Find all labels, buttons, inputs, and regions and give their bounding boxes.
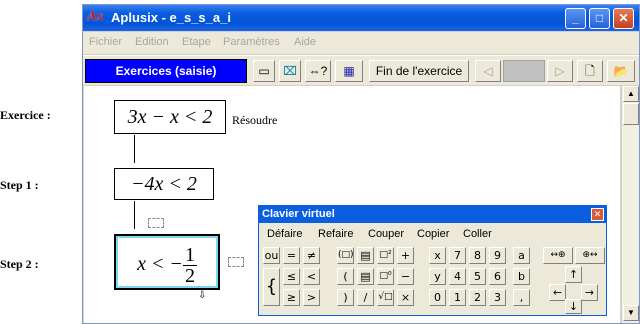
key-9[interactable]: 9 <box>489 247 506 264</box>
scroll-down-icon[interactable]: ▼ <box>623 305 639 321</box>
minimize-button[interactable]: _ <box>565 8 586 29</box>
key-power[interactable]: □⁰ <box>377 268 394 285</box>
step2-left-part: x < − <box>137 253 183 275</box>
key-4[interactable]: 4 <box>449 268 466 285</box>
key-3[interactable]: 3 <box>489 289 506 306</box>
fraction: 12 <box>182 243 197 287</box>
step2-label: Step 2 : <box>0 257 39 271</box>
kb-paste-button[interactable]: Coller <box>463 228 492 240</box>
scroll-up-icon[interactable]: ▲ <box>623 86 639 102</box>
aplusix-logo-icon: Ax <box>87 9 104 24</box>
key-x[interactable]: x <box>429 247 446 264</box>
key-minus[interactable]: − <box>397 268 414 285</box>
key-slash[interactable]: / <box>357 289 374 306</box>
kb-undo-button[interactable]: Défaire <box>267 228 302 240</box>
new-file-icon[interactable]: 🗋 <box>577 60 603 82</box>
arrow-left-icon[interactable]: ← <box>549 284 566 301</box>
key-0[interactable]: 0 <box>429 289 446 306</box>
key-greater[interactable]: > <box>303 289 320 306</box>
step1-expression[interactable]: −4x < 2 <box>114 168 214 200</box>
key-left-paren[interactable]: ( <box>337 268 354 285</box>
step-connector <box>134 201 135 229</box>
resoudre-label: Résoudre <box>232 113 278 127</box>
scroll-thumb[interactable] <box>623 103 639 125</box>
key-b[interactable]: b <box>513 268 530 285</box>
close-button[interactable]: ✕ <box>613 8 634 29</box>
key-ou[interactable]: ou <box>263 247 280 264</box>
key-right-paren[interactable]: ) <box>337 289 354 306</box>
nav-right-icon[interactable]: ⊕↔ <box>575 247 605 264</box>
window-title: Aplusix - e_s_s_a_i <box>111 10 231 25</box>
key-greater-equal[interactable]: ≥ <box>283 289 300 306</box>
key-comma[interactable]: , <box>513 289 530 306</box>
key-1[interactable]: 1 <box>449 289 466 306</box>
toolbar: Exercices (saisie) ▭ ⌧ ⇔? ▦ Fin de l'exe… <box>83 55 639 85</box>
arrow-up-icon[interactable]: ↑ <box>565 266 582 283</box>
keyboard-close-icon[interactable]: ✕ <box>591 208 604 221</box>
arrow-right-icon[interactable]: → <box>581 284 598 301</box>
vertical-scrollbar[interactable]: ▲ ▼ <box>621 86 639 323</box>
empty-slot-box[interactable] <box>148 218 164 228</box>
rectangle-icon[interactable]: ▭ <box>253 60 275 82</box>
open-folder-icon[interactable]: 📂 <box>607 60 635 82</box>
key-plus[interactable]: + <box>397 247 414 264</box>
key-7[interactable]: 7 <box>449 247 466 264</box>
next-icon[interactable]: ▷ <box>547 60 573 82</box>
key-a[interactable]: a <box>513 247 530 264</box>
menu-etape[interactable]: Etape <box>182 36 211 48</box>
key-fraction[interactable]: ▤ <box>357 247 374 264</box>
key-5[interactable]: 5 <box>469 268 486 285</box>
menu-parametres[interactable]: Paramètres <box>223 36 280 48</box>
fraction-numerator: 1 <box>182 243 197 266</box>
empty-slot-box[interactable] <box>228 257 244 267</box>
title-bar[interactable]: Ax Aplusix - e_s_s_a_i _ □ ✕ <box>83 5 639 31</box>
kb-redo-button[interactable]: Refaire <box>318 228 353 240</box>
kb-copy-button[interactable]: Copier <box>417 228 449 240</box>
key-brace[interactable]: { <box>263 268 280 306</box>
end-exercise-button[interactable]: Fin de l'exercice <box>369 60 469 82</box>
menu-aide[interactable]: Aide <box>294 36 316 48</box>
key-parentheses[interactable]: (□) <box>337 247 354 264</box>
key-square[interactable]: □² <box>377 247 394 264</box>
step1-label: Step 1 : <box>0 178 39 192</box>
mode-button[interactable]: Exercices (saisie) <box>85 59 247 83</box>
key-fraction-2[interactable]: ▤ <box>357 268 374 285</box>
key-times[interactable]: × <box>397 289 414 306</box>
virtual-keyboard-panel: Clavier virtuel ✕ Défaire Refaire Couper… <box>258 205 607 316</box>
exercice-label: Exercice : <box>0 108 51 122</box>
step2-expression[interactable]: x < −1 2 <box>114 234 220 290</box>
keyboard-title[interactable]: Clavier virtuel <box>259 206 606 223</box>
key-6[interactable]: 6 <box>489 268 506 285</box>
progress-field <box>503 60 545 82</box>
key-2[interactable]: 2 <box>469 289 486 306</box>
move-down-icon[interactable]: ⇩ <box>198 290 206 301</box>
menu-fichier[interactable]: Fichier <box>89 36 122 48</box>
step-connector <box>134 135 135 163</box>
fraction-denominator: 2 <box>184 264 195 287</box>
key-equal[interactable]: = <box>283 247 300 264</box>
equivalence-check-icon[interactable]: ⇔? <box>305 60 331 82</box>
menu-bar: Fichier Edition Etape Paramètres Aide <box>83 32 639 54</box>
key-y[interactable]: y <box>429 268 446 285</box>
arrow-down-icon[interactable]: ↓ <box>565 299 582 314</box>
maximize-button[interactable]: □ <box>589 8 610 29</box>
keyboard-icon[interactable]: ▦ <box>335 60 363 82</box>
key-less-equal[interactable]: ≤ <box>283 268 300 285</box>
key-not-equal[interactable]: ≠ <box>303 247 320 264</box>
key-sqrt[interactable]: √□ <box>377 289 394 306</box>
nav-left-icon[interactable]: ↔⊕ <box>543 247 573 264</box>
key-8[interactable]: 8 <box>469 247 486 264</box>
previous-icon[interactable]: ◁ <box>475 60 501 82</box>
menu-edition[interactable]: Edition <box>135 36 169 48</box>
exercise-expression[interactable]: 3x − x < 2 <box>114 100 226 134</box>
kb-cut-button[interactable]: Couper <box>368 228 404 240</box>
cross-box-icon[interactable]: ⌧ <box>279 60 301 82</box>
key-less[interactable]: < <box>303 268 320 285</box>
